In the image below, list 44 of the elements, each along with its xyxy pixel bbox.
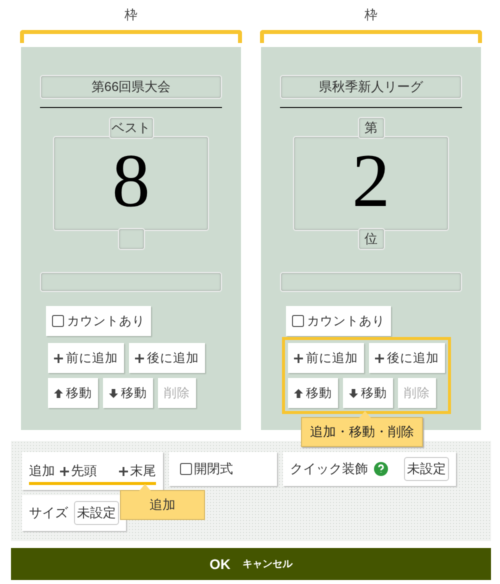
add-button[interactable]: 後に追加 [129,343,205,373]
plus-icon [294,354,303,362]
input-field[interactable] [40,272,222,292]
move-button[interactable]: 移動 [343,378,393,408]
add-label: 追加 [29,462,55,480]
count-checkbox[interactable]: カウントあり [46,306,151,336]
size-select[interactable]: 未設定 [74,501,119,525]
title-field[interactable]: 県秋季新人リーグ [280,75,462,99]
up-arrow-icon [54,388,63,398]
move-button[interactable]: 移動 [48,378,98,408]
add-button[interactable]: 後に追加 [369,343,445,373]
help-icon[interactable] [374,462,388,476]
prefix-field[interactable]: ベスト [108,117,154,139]
callout-pointer [359,411,371,418]
quick-label: クイック装飾 [290,460,368,478]
cancel-button[interactable]: キャンセル [242,557,292,571]
callout-pointer [139,484,151,491]
callout: 追加 [120,490,205,520]
up-arrow-icon [294,388,303,398]
ok-button[interactable]: OK [210,556,230,572]
count-checkbox[interactable]: カウントあり [286,306,391,336]
add-button[interactable]: 前に追加 [48,343,124,373]
prefix-field[interactable]: 第 [358,117,384,139]
down-arrow-icon [109,388,118,398]
add-button[interactable]: 前に追加 [288,343,364,373]
callout: 追加・移動・削除 [301,417,423,447]
add-tail-button[interactable]: 末尾 [119,462,156,480]
add-head-button[interactable]: 先頭 [60,462,97,480]
size-label: サイズ [29,504,68,522]
input-field[interactable] [280,272,462,292]
plus-icon [135,354,144,362]
plus-icon [60,466,69,476]
plus-icon [119,466,128,476]
frame-heading: 枠 [124,6,138,24]
down-arrow-icon [349,388,358,398]
move-button[interactable]: 移動 [288,378,338,408]
plus-icon [54,354,63,362]
suffix-field[interactable]: 位 [358,228,384,250]
suffix-field[interactable] [118,228,144,250]
frame-heading: 枠 [364,6,378,24]
quick-select[interactable]: 未設定 [404,457,449,481]
title-field[interactable]: 第66回県大会 [40,75,222,99]
plus-icon [375,354,384,362]
move-button[interactable]: 移動 [103,378,153,408]
